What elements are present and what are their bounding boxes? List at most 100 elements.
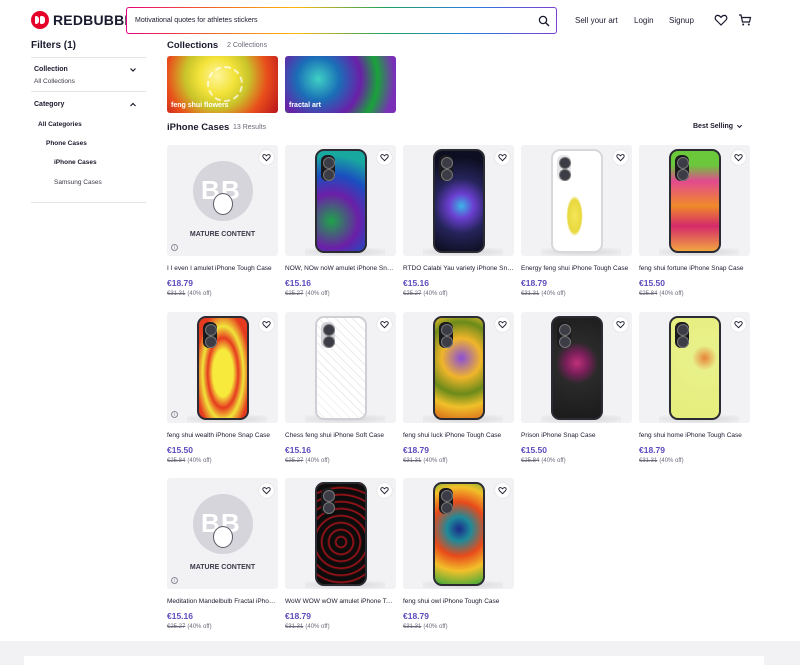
favorite-button[interactable] [259, 150, 274, 165]
product-price: €15.50 [521, 445, 547, 455]
product-card[interactable]: NOW, NOw noW amulet iPhone Snap Case €15… [285, 145, 396, 297]
product-image[interactable]: BB MATURE CONTENT i [167, 145, 278, 256]
favorite-button[interactable] [495, 317, 510, 332]
product-image[interactable] [639, 145, 750, 256]
phone-case-artwork [551, 316, 603, 420]
product-image[interactable] [285, 312, 396, 423]
product-image[interactable] [403, 478, 514, 589]
product-image[interactable] [403, 312, 514, 423]
heart-icon [734, 154, 743, 162]
product-card[interactable]: i feng shui wealth iPhone Snap Case €15.… [167, 312, 278, 464]
product-card[interactable]: BB MATURE CONTENT i Meditation Mandelbul… [167, 478, 278, 630]
category-item-samsung-cases[interactable]: Samsung Cases [54, 179, 102, 186]
product-price: €15.16 [167, 611, 193, 621]
divider [31, 202, 146, 203]
product-title[interactable]: Meditation Mandelbulb Fractal iPhone Sna… [167, 598, 278, 605]
search-input[interactable]: Motivational quotes for athletes sticker… [135, 17, 532, 24]
product-title[interactable]: feng shui wealth iPhone Snap Case [167, 432, 278, 439]
info-icon[interactable]: i [171, 411, 178, 418]
favorite-button[interactable] [377, 483, 392, 498]
product-card[interactable]: feng shui home iPhone Tough Case €18.79 … [639, 312, 750, 464]
product-original-price: €31.31 (40% off) [403, 458, 448, 464]
favorite-button[interactable] [495, 483, 510, 498]
heart-icon [380, 154, 389, 162]
product-card[interactable]: RTDO Calabi Yau variety iPhone Snap Case… [403, 145, 514, 297]
category-item-iphone-cases[interactable]: iPhone Cases [54, 159, 97, 166]
collection-card[interactable]: feng shui flowers [167, 56, 278, 113]
results-title: iPhone Cases [167, 122, 230, 133]
footer-panel [24, 656, 764, 665]
product-title[interactable]: WoW WOW wOW amulet iPhone Tough Case [285, 598, 396, 605]
product-title[interactable]: RTDO Calabi Yau variety iPhone Snap Case [403, 265, 514, 272]
favorite-button[interactable] [259, 317, 274, 332]
product-title[interactable]: Prison iPhone Snap Case [521, 432, 632, 439]
product-image[interactable]: BB MATURE CONTENT i [167, 478, 278, 589]
product-image[interactable]: i [167, 312, 278, 423]
favorite-button[interactable] [495, 150, 510, 165]
product-card[interactable]: Prison iPhone Snap Case €15.50 €25.84 (40… [521, 312, 632, 464]
product-card[interactable]: feng shui luck iPhone Tough Case €18.79 … [403, 312, 514, 464]
cart-icon[interactable] [738, 13, 752, 27]
collection-label: feng shui flowers [171, 102, 229, 109]
heart-icon [262, 487, 271, 495]
sell-your-art-link[interactable]: Sell your art [575, 16, 618, 25]
product-title[interactable]: NOW, NOw noW amulet iPhone Snap Case [285, 265, 396, 272]
chevron-up-icon[interactable] [129, 101, 137, 109]
favorite-button[interactable] [731, 150, 746, 165]
favorite-button[interactable] [259, 483, 274, 498]
product-image[interactable] [521, 312, 632, 423]
product-card[interactable]: WoW WOW wOW amulet iPhone Tough Case €18… [285, 478, 396, 630]
favorite-button[interactable] [377, 150, 392, 165]
collection-label: fractal art [289, 102, 321, 109]
product-original-price: €31.31 (40% off) [403, 624, 448, 630]
heart-icon [616, 321, 625, 329]
info-icon[interactable]: i [171, 577, 178, 584]
product-title[interactable]: feng shui owl iPhone Tough Case [403, 598, 514, 605]
signup-link[interactable]: Signup [669, 16, 694, 25]
product-price: €18.79 [639, 445, 665, 455]
favorite-button[interactable] [377, 317, 392, 332]
favorite-button[interactable] [731, 317, 746, 332]
product-title[interactable]: feng shui home iPhone Tough Case [639, 432, 750, 439]
heart-icon [380, 487, 389, 495]
divider [31, 57, 146, 58]
login-link[interactable]: Login [634, 16, 654, 25]
search-button[interactable] [532, 9, 556, 33]
product-image[interactable] [521, 145, 632, 256]
collection-filter-heading[interactable]: Collection [34, 66, 68, 73]
product-title[interactable]: I I even I amulet iPhone Tough Case [167, 265, 278, 272]
collection-artwork [207, 66, 243, 102]
product-original-price: €25.27 (40% off) [285, 291, 330, 297]
product-price: €15.50 [639, 278, 665, 288]
chevron-down-icon[interactable] [129, 66, 137, 74]
product-title[interactable]: feng shui fortune iPhone Snap Case [639, 265, 750, 272]
info-icon[interactable]: i [171, 244, 178, 251]
product-image[interactable] [639, 312, 750, 423]
category-filter-heading[interactable]: Category [34, 101, 64, 108]
favorite-button[interactable] [613, 150, 628, 165]
product-card[interactable]: feng shui fortune iPhone Snap Case €15.5… [639, 145, 750, 297]
product-title[interactable]: Energy feng shui iPhone Tough Case [521, 265, 632, 272]
product-card[interactable]: Chess feng shui iPhone Soft Case €15.16 … [285, 312, 396, 464]
collection-card[interactable]: fractal art [285, 56, 396, 113]
product-card[interactable]: BB MATURE CONTENT i I I even I amulet iP… [167, 145, 278, 297]
phone-case-artwork [315, 316, 367, 420]
favorite-button[interactable] [613, 317, 628, 332]
heart-icon [380, 321, 389, 329]
logo-mark-icon [31, 11, 49, 29]
product-price: €15.16 [285, 278, 311, 288]
heart-icon[interactable] [714, 13, 728, 27]
product-card[interactable]: feng shui owl iPhone Tough Case €18.79 €… [403, 478, 514, 630]
category-item-phone-cases[interactable]: Phone Cases [46, 140, 87, 147]
product-title[interactable]: feng shui luck iPhone Tough Case [403, 432, 514, 439]
collection-filter-value[interactable]: All Collections [34, 78, 75, 85]
product-card[interactable]: Energy feng shui iPhone Tough Case €18.7… [521, 145, 632, 297]
product-original-price: €25.84 (40% off) [167, 458, 212, 464]
search-icon [538, 15, 550, 26]
category-item-all[interactable]: All Categories [38, 121, 82, 128]
product-title[interactable]: Chess feng shui iPhone Soft Case [285, 432, 396, 439]
product-image[interactable] [285, 478, 396, 589]
sort-dropdown[interactable]: Best Selling [693, 123, 743, 130]
product-image[interactable] [285, 145, 396, 256]
product-image[interactable] [403, 145, 514, 256]
